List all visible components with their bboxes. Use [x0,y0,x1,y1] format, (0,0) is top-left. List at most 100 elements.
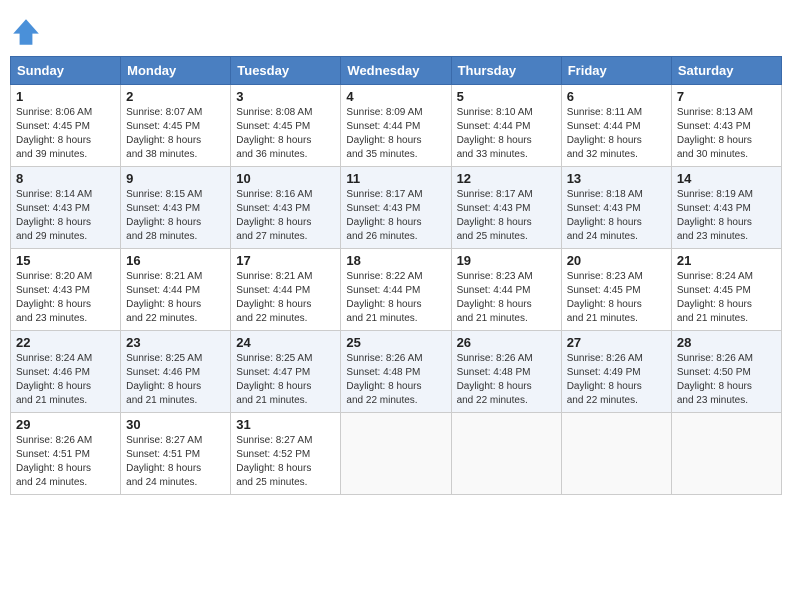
day-number: 15 [16,253,115,268]
calendar-cell: 21 Sunrise: 8:24 AM Sunset: 4:45 PM Dayli… [671,249,781,331]
day-number: 6 [567,89,666,104]
day-number: 31 [236,417,335,432]
day-number: 28 [677,335,776,350]
day-number: 7 [677,89,776,104]
calendar-cell: 17 Sunrise: 8:21 AM Sunset: 4:44 PM Dayli… [231,249,341,331]
day-info: Sunrise: 8:26 AM Sunset: 4:50 PM Dayligh… [677,352,776,408]
day-info: Sunrise: 8:24 AM Sunset: 4:46 PM Dayligh… [16,352,115,408]
day-number: 30 [126,417,225,432]
calendar-cell: 15 Sunrise: 8:20 AM Sunset: 4:43 PM Dayli… [11,249,121,331]
week-row-4: 22 Sunrise: 8:24 AM Sunset: 4:46 PM Dayli… [11,331,782,413]
day-info: Sunrise: 8:20 AM Sunset: 4:43 PM Dayligh… [16,270,115,326]
calendar-table: SundayMondayTuesdayWednesdayThursdayFrid… [10,56,782,495]
calendar-cell: 29 Sunrise: 8:26 AM Sunset: 4:51 PM Dayli… [11,413,121,495]
day-number: 16 [126,253,225,268]
calendar-cell: 13 Sunrise: 8:18 AM Sunset: 4:43 PM Dayli… [561,167,671,249]
logo [10,16,46,48]
calendar-cell: 9 Sunrise: 8:15 AM Sunset: 4:43 PM Daylig… [121,167,231,249]
calendar-cell: 3 Sunrise: 8:08 AM Sunset: 4:45 PM Daylig… [231,85,341,167]
day-info: Sunrise: 8:07 AM Sunset: 4:45 PM Dayligh… [126,106,225,162]
calendar-cell: 28 Sunrise: 8:26 AM Sunset: 4:50 PM Dayli… [671,331,781,413]
header [10,10,782,48]
day-number: 4 [346,89,445,104]
day-number: 18 [346,253,445,268]
day-info: Sunrise: 8:23 AM Sunset: 4:44 PM Dayligh… [457,270,556,326]
week-row-3: 15 Sunrise: 8:20 AM Sunset: 4:43 PM Dayli… [11,249,782,331]
header-tuesday: Tuesday [231,57,341,85]
day-number: 27 [567,335,666,350]
day-info: Sunrise: 8:11 AM Sunset: 4:44 PM Dayligh… [567,106,666,162]
calendar-cell: 30 Sunrise: 8:27 AM Sunset: 4:51 PM Dayli… [121,413,231,495]
day-number: 20 [567,253,666,268]
day-number: 19 [457,253,556,268]
day-number: 9 [126,171,225,186]
day-info: Sunrise: 8:21 AM Sunset: 4:44 PM Dayligh… [236,270,335,326]
day-info: Sunrise: 8:18 AM Sunset: 4:43 PM Dayligh… [567,188,666,244]
header-thursday: Thursday [451,57,561,85]
day-number: 3 [236,89,335,104]
day-number: 2 [126,89,225,104]
header-wednesday: Wednesday [341,57,451,85]
day-number: 25 [346,335,445,350]
day-info: Sunrise: 8:22 AM Sunset: 4:44 PM Dayligh… [346,270,445,326]
header-monday: Monday [121,57,231,85]
day-info: Sunrise: 8:14 AM Sunset: 4:43 PM Dayligh… [16,188,115,244]
calendar-cell: 10Sunrise: 8:16 AM Sunset: 4:43 PM Dayli… [231,167,341,249]
calendar-cell: 6 Sunrise: 8:11 AM Sunset: 4:44 PM Daylig… [561,85,671,167]
day-number: 11 [346,171,445,186]
calendar-cell: 5Sunrise: 8:10 AM Sunset: 4:44 PM Daylig… [451,85,561,167]
week-row-5: 29 Sunrise: 8:26 AM Sunset: 4:51 PM Dayli… [11,413,782,495]
day-info: Sunrise: 8:26 AM Sunset: 4:49 PM Dayligh… [567,352,666,408]
calendar-cell: 12 Sunrise: 8:17 AM Sunset: 4:43 PM Dayli… [451,167,561,249]
day-number: 29 [16,417,115,432]
calendar-cell: 4 Sunrise: 8:09 AM Sunset: 4:44 PM Daylig… [341,85,451,167]
day-info: Sunrise: 8:10 AM Sunset: 4:44 PM Dayligh… [457,106,556,162]
day-info: Sunrise: 8:25 AM Sunset: 4:47 PM Dayligh… [236,352,335,408]
day-info: Sunrise: 8:15 AM Sunset: 4:43 PM Dayligh… [126,188,225,244]
calendar-cell: 23 Sunrise: 8:25 AM Sunset: 4:46 PM Dayli… [121,331,231,413]
calendar-cell: 26 Sunrise: 8:26 AM Sunset: 4:48 PM Dayli… [451,331,561,413]
header-friday: Friday [561,57,671,85]
calendar-cell [451,413,561,495]
day-info: Sunrise: 8:08 AM Sunset: 4:45 PM Dayligh… [236,106,335,162]
day-info: Sunrise: 8:27 AM Sunset: 4:51 PM Dayligh… [126,434,225,490]
day-info: Sunrise: 8:17 AM Sunset: 4:43 PM Dayligh… [457,188,556,244]
day-number: 13 [567,171,666,186]
day-info: Sunrise: 8:19 AM Sunset: 4:43 PM Dayligh… [677,188,776,244]
day-number: 1 [16,89,115,104]
calendar-cell: 7 Sunrise: 8:13 AM Sunset: 4:43 PM Daylig… [671,85,781,167]
calendar-cell: 8Sunrise: 8:14 AM Sunset: 4:43 PM Daylig… [11,167,121,249]
calendar-cell: 20 Sunrise: 8:23 AM Sunset: 4:45 PM Dayli… [561,249,671,331]
day-info: Sunrise: 8:27 AM Sunset: 4:52 PM Dayligh… [236,434,335,490]
day-info: Sunrise: 8:13 AM Sunset: 4:43 PM Dayligh… [677,106,776,162]
logo-icon [10,16,42,48]
calendar-cell: 25Sunrise: 8:26 AM Sunset: 4:48 PM Dayli… [341,331,451,413]
calendar-body: 1 Sunrise: 8:06 AM Sunset: 4:45 PM Daylig… [11,85,782,495]
calendar-cell: 18 Sunrise: 8:22 AM Sunset: 4:44 PM Dayli… [341,249,451,331]
day-number: 12 [457,171,556,186]
day-info: Sunrise: 8:09 AM Sunset: 4:44 PM Dayligh… [346,106,445,162]
calendar-cell [671,413,781,495]
day-info: Sunrise: 8:23 AM Sunset: 4:45 PM Dayligh… [567,270,666,326]
calendar-cell: 27 Sunrise: 8:26 AM Sunset: 4:49 PM Dayli… [561,331,671,413]
day-info: Sunrise: 8:26 AM Sunset: 4:51 PM Dayligh… [16,434,115,490]
day-number: 23 [126,335,225,350]
day-number: 17 [236,253,335,268]
header-sunday: Sunday [11,57,121,85]
calendar-cell: 19 Sunrise: 8:23 AM Sunset: 4:44 PM Dayli… [451,249,561,331]
day-number: 22 [16,335,115,350]
day-number: 21 [677,253,776,268]
day-number: 26 [457,335,556,350]
day-info: Sunrise: 8:21 AM Sunset: 4:44 PM Dayligh… [126,270,225,326]
calendar-header: SundayMondayTuesdayWednesdayThursdayFrid… [11,57,782,85]
calendar-cell: 14Sunrise: 8:19 AM Sunset: 4:43 PM Dayli… [671,167,781,249]
day-info: Sunrise: 8:17 AM Sunset: 4:43 PM Dayligh… [346,188,445,244]
day-info: Sunrise: 8:24 AM Sunset: 4:45 PM Dayligh… [677,270,776,326]
day-info: Sunrise: 8:25 AM Sunset: 4:46 PM Dayligh… [126,352,225,408]
day-info: Sunrise: 8:26 AM Sunset: 4:48 PM Dayligh… [457,352,556,408]
calendar-cell: 22 Sunrise: 8:24 AM Sunset: 4:46 PM Dayli… [11,331,121,413]
day-info: Sunrise: 8:06 AM Sunset: 4:45 PM Dayligh… [16,106,115,162]
week-row-1: 1 Sunrise: 8:06 AM Sunset: 4:45 PM Daylig… [11,85,782,167]
calendar-cell: 31 Sunrise: 8:27 AM Sunset: 4:52 PM Dayli… [231,413,341,495]
day-number: 10 [236,171,335,186]
